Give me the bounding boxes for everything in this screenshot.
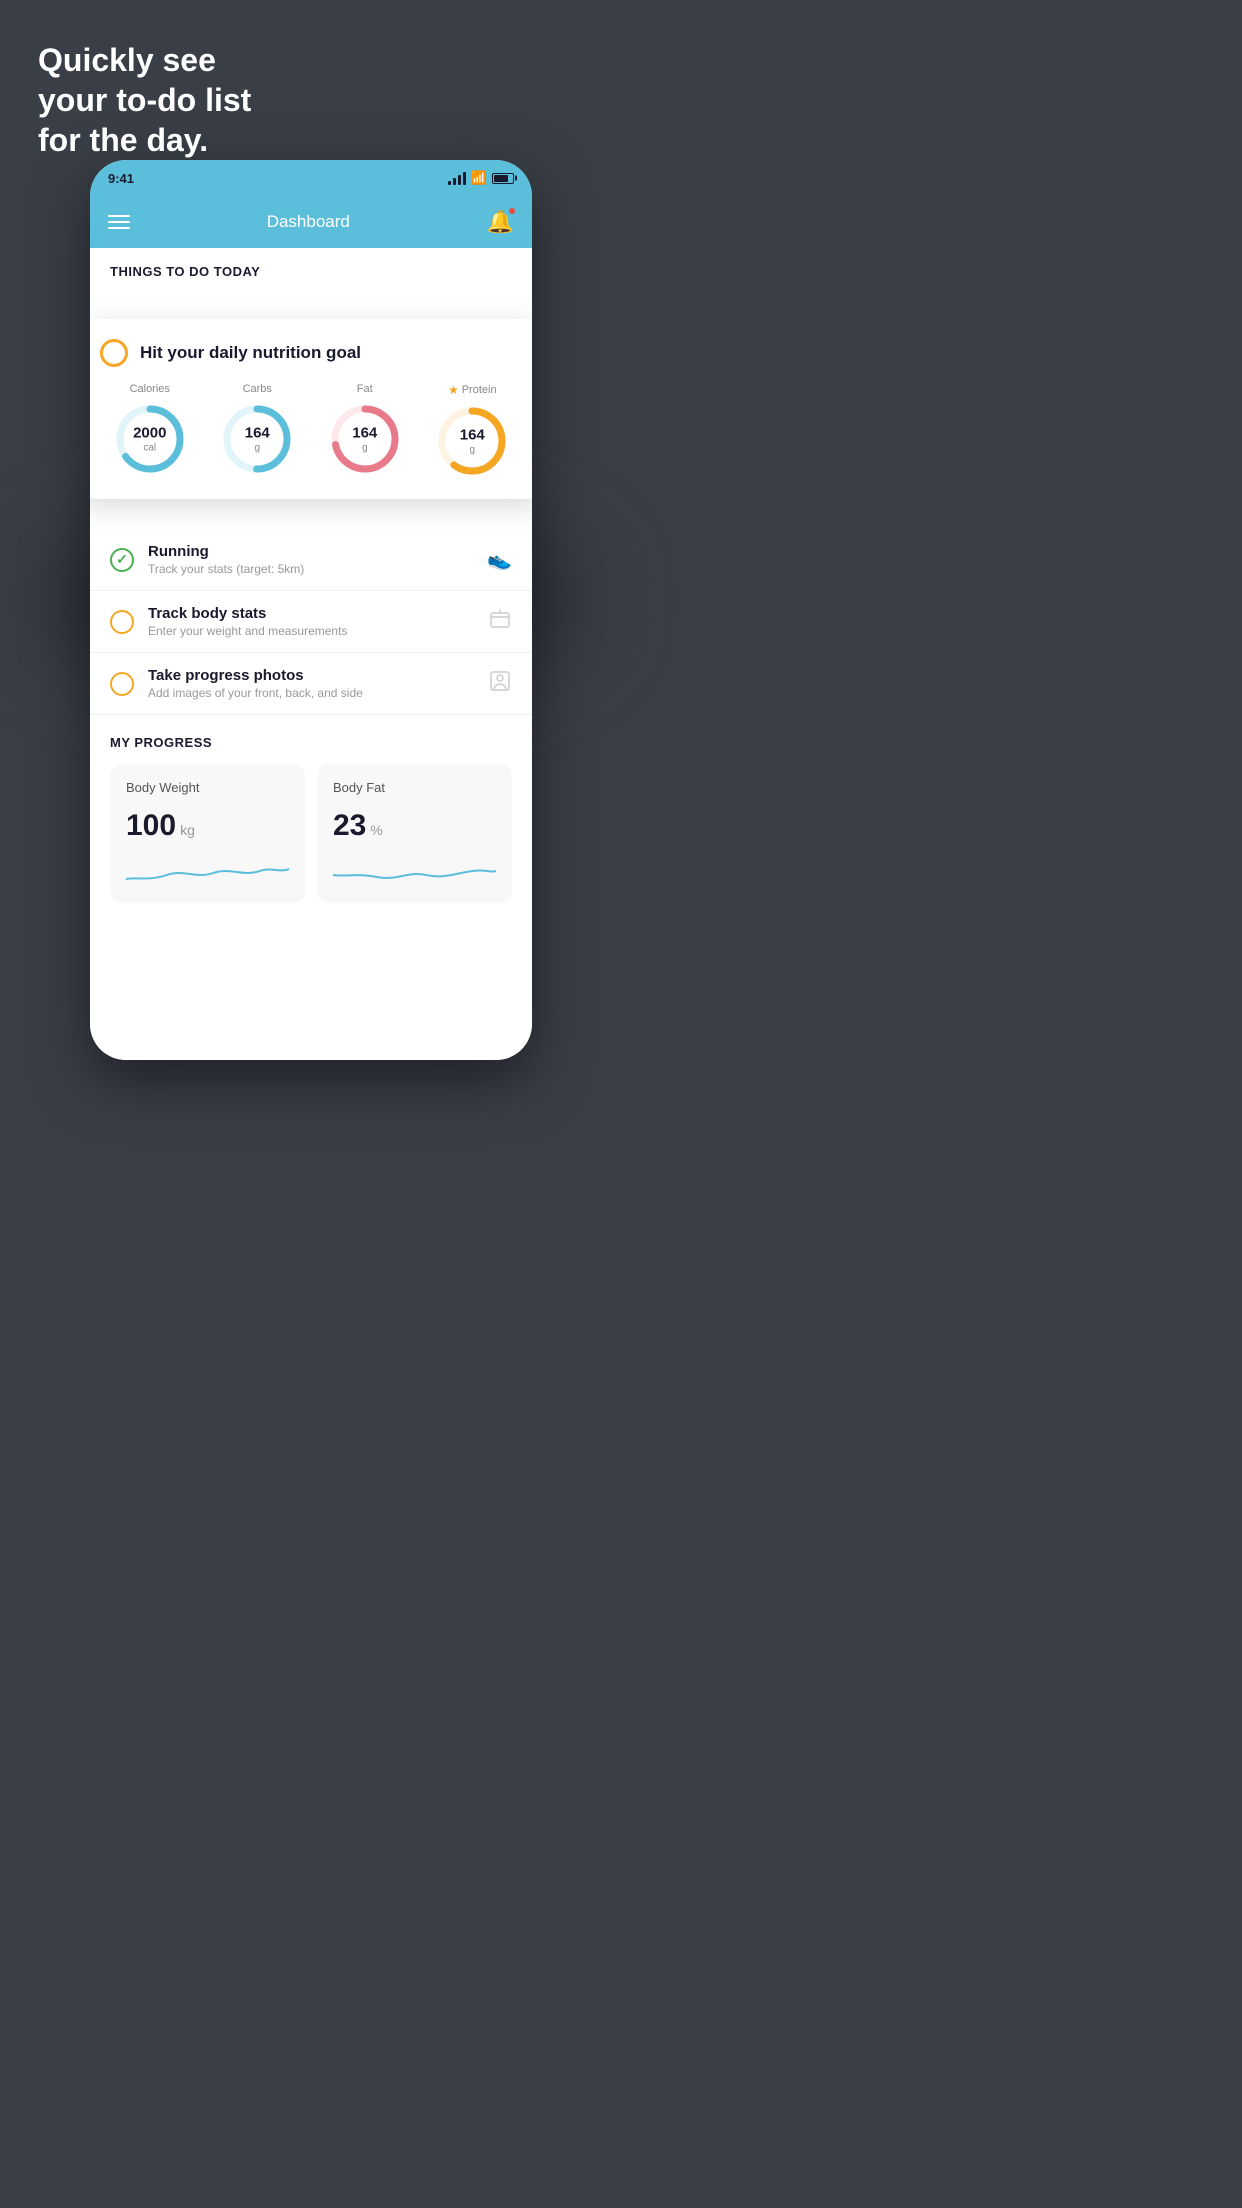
menu-button[interactable] bbox=[108, 215, 130, 229]
body-weight-value-row: 100 kg bbox=[126, 809, 289, 843]
fat-value: 164 bbox=[352, 425, 377, 442]
todo-item-running[interactable]: ✓ Running Track your stats (target: 5km)… bbox=[90, 529, 532, 591]
notification-dot bbox=[508, 207, 516, 215]
todo-item-body-stats[interactable]: Track body stats Enter your weight and m… bbox=[90, 591, 532, 653]
status-time: 9:41 bbox=[108, 171, 134, 186]
nutrition-row: Calories 2000 cal bbox=[100, 383, 522, 479]
body-stats-subtitle: Enter your weight and measurements bbox=[148, 624, 474, 638]
carbs-donut: 164 g bbox=[219, 401, 295, 477]
body-weight-chart bbox=[126, 859, 289, 887]
nutrition-check-circle[interactable] bbox=[100, 339, 128, 367]
body-stats-check-circle bbox=[110, 610, 134, 634]
notification-bell-button[interactable]: 🔔 bbox=[487, 209, 514, 235]
wifi-icon: 📶 bbox=[471, 170, 487, 186]
progress-photos-check-circle bbox=[110, 672, 134, 696]
nutrition-protein: ★ Protein 164 g bbox=[434, 383, 510, 479]
phone-content: THINGS TO DO TODAY Hit your daily nutrit… bbox=[90, 248, 532, 1060]
status-bar: 9:41 📶 bbox=[90, 160, 532, 196]
calories-donut: 2000 cal bbox=[112, 401, 188, 477]
body-fat-value-row: 23 % bbox=[333, 809, 496, 843]
carbs-value: 164 bbox=[245, 425, 270, 442]
running-title: Running bbox=[148, 543, 473, 560]
body-weight-value: 100 bbox=[126, 809, 176, 843]
phone-frame: 9:41 📶 Dashboard 🔔 TH bbox=[90, 160, 532, 1060]
nutrition-card-title: Hit your daily nutrition goal bbox=[140, 343, 361, 363]
calories-value: 2000 bbox=[133, 425, 166, 442]
progress-photos-text-block: Take progress photos Add images of your … bbox=[148, 667, 474, 700]
nutrition-fat: Fat 164 g bbox=[327, 383, 403, 479]
progress-cards: Body Weight 100 kg Body Fat bbox=[110, 764, 512, 903]
nav-bar: Dashboard 🔔 bbox=[90, 196, 532, 248]
body-fat-unit: % bbox=[370, 822, 382, 838]
protein-star-icon: ★ bbox=[448, 383, 459, 397]
protein-donut: 164 g bbox=[434, 403, 510, 479]
progress-photos-subtitle: Add images of your front, back, and side bbox=[148, 686, 474, 700]
body-weight-unit: kg bbox=[180, 822, 195, 838]
fat-unit: g bbox=[352, 442, 377, 453]
body-stats-text-block: Track body stats Enter your weight and m… bbox=[148, 605, 474, 638]
protein-unit: g bbox=[460, 444, 485, 455]
running-text-block: Running Track your stats (target: 5km) bbox=[148, 543, 473, 576]
body-stats-title: Track body stats bbox=[148, 605, 474, 622]
todo-item-progress-photos[interactable]: Take progress photos Add images of your … bbox=[90, 653, 532, 715]
nutrition-calories: Calories 2000 cal bbox=[112, 383, 188, 479]
scale-icon bbox=[488, 607, 512, 637]
calories-label: Calories bbox=[130, 383, 170, 395]
status-icons: 📶 bbox=[448, 170, 514, 186]
body-fat-card[interactable]: Body Fat 23 % bbox=[317, 764, 512, 903]
carbs-unit: g bbox=[245, 442, 270, 453]
fat-label: Fat bbox=[357, 383, 373, 395]
body-fat-chart bbox=[333, 859, 496, 887]
calories-unit: cal bbox=[133, 442, 166, 453]
phone-fade-bottom bbox=[90, 1020, 532, 1060]
hero-heading: Quickly see your to-do list for the day. bbox=[38, 40, 251, 160]
person-icon bbox=[488, 669, 512, 699]
body-fat-value: 23 bbox=[333, 809, 366, 843]
things-to-do-header: THINGS TO DO TODAY bbox=[90, 248, 532, 289]
running-shoe-icon: 👟 bbox=[487, 547, 512, 572]
progress-photos-title: Take progress photos bbox=[148, 667, 474, 684]
my-progress-section: MY PROGRESS Body Weight 100 kg bbox=[90, 715, 532, 903]
nutrition-carbs: Carbs 164 g bbox=[219, 383, 295, 479]
body-fat-label: Body Fat bbox=[333, 780, 496, 795]
my-progress-title: MY PROGRESS bbox=[110, 735, 512, 750]
running-subtitle: Track your stats (target: 5km) bbox=[148, 562, 473, 576]
running-check-circle: ✓ bbox=[110, 548, 134, 572]
nutrition-card: Hit your daily nutrition goal Calories 2 bbox=[90, 319, 532, 499]
protein-value: 164 bbox=[460, 427, 485, 444]
signal-icon bbox=[448, 171, 466, 185]
body-weight-label: Body Weight bbox=[126, 780, 289, 795]
body-weight-card[interactable]: Body Weight 100 kg bbox=[110, 764, 305, 903]
fat-donut: 164 g bbox=[327, 401, 403, 477]
carbs-label: Carbs bbox=[243, 383, 272, 395]
protein-label: ★ Protein bbox=[448, 383, 497, 397]
nav-title: Dashboard bbox=[267, 212, 350, 232]
battery-icon bbox=[492, 173, 514, 184]
